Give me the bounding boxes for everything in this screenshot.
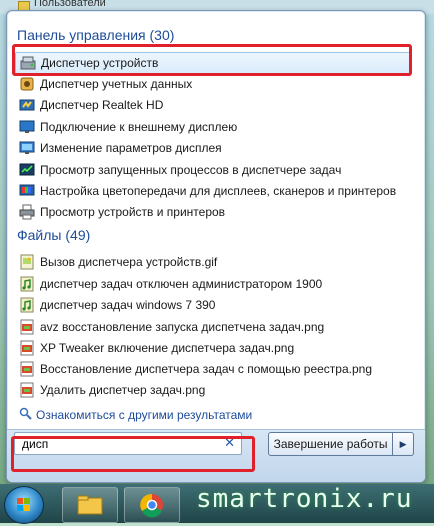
result-item-label: Настройка цветопередачи для дисплеев, ск… (40, 184, 397, 198)
search-box[interactable]: ✕ (14, 432, 242, 455)
png-file-icon (19, 382, 35, 398)
result-item-label: Изменение параметров дисплея (40, 141, 222, 155)
device-manager-icon (20, 55, 36, 71)
search-icon (19, 407, 32, 423)
result-item-devices-printers[interactable]: Просмотр устройств и принтеров (15, 202, 410, 222)
control-panel-header[interactable]: Панель управления (30) (17, 27, 174, 43)
file-item[interactable]: Вызов диспетчера устройств.gif (15, 252, 410, 272)
png-file-icon (19, 340, 35, 356)
result-item-credential-manager[interactable]: Диспетчер учетных данных (15, 74, 410, 94)
file-item-label: Удалить диспетчер задач.png (40, 383, 206, 397)
printer-icon (19, 204, 35, 220)
color-management-icon (19, 183, 35, 199)
result-item-display-settings[interactable]: Изменение параметров дисплея (15, 138, 410, 158)
file-item-label: диспетчер задач отключен администратором… (40, 277, 323, 291)
start-button[interactable] (4, 486, 44, 524)
result-item-device-manager[interactable]: Диспетчер устройств (15, 52, 412, 74)
result-item-label: Подключение к внешнему дисплею (40, 120, 238, 134)
file-item[interactable]: Удалить диспетчер задач.png (15, 380, 410, 400)
start-menu-panel: Панель управления (30) Диспетчер устройс… (6, 10, 426, 483)
shutdown-button-group: Завершение работы ▶ (268, 432, 414, 456)
result-item-external-display[interactable]: Подключение к внешнему дисплею (15, 117, 410, 137)
file-item-label: avz восстановление запуска диспетчена за… (40, 320, 325, 334)
taskbar-chrome-button[interactable] (124, 487, 180, 523)
credential-manager-icon (19, 76, 35, 92)
search-input[interactable] (20, 434, 214, 453)
chrome-icon (140, 493, 163, 518)
file-item[interactable]: Восстановление диспетчера задач с помощь… (15, 359, 410, 379)
result-item-label: Диспетчер учетных данных (40, 77, 193, 91)
realtek-audio-icon (19, 97, 35, 113)
file-item-label: диспетчер задач windows 7 390 (40, 298, 216, 312)
image-file-icon (19, 254, 35, 270)
file-item[interactable]: диспетчер задач windows 7 390 (15, 295, 410, 315)
file-item-label: XP Tweaker включение диспетчера задач.pn… (40, 341, 295, 355)
desktop-top-strip-text: Пользователи (34, 0, 106, 9)
result-item-label: Просмотр устройств и принтеров (40, 205, 226, 219)
result-item-realtek[interactable]: Диспетчер Realtek HD (15, 95, 410, 115)
external-display-icon (19, 119, 35, 135)
folder-icon (77, 495, 103, 515)
audio-file-icon (19, 297, 35, 313)
shutdown-button[interactable]: Завершение работы (268, 432, 394, 456)
see-more-results-link[interactable]: Ознакомиться с другими результатами (19, 407, 252, 423)
task-manager-icon (19, 162, 35, 178)
result-item-color-management[interactable]: Настройка цветопередачи для дисплеев, ск… (15, 181, 410, 201)
file-item[interactable]: avz восстановление запуска диспетчена за… (15, 317, 410, 337)
file-item-label: Восстановление диспетчера задач с помощь… (40, 362, 372, 376)
png-file-icon (19, 319, 35, 335)
arrow-right-icon: ▶ (399, 438, 407, 449)
taskbar-explorer-button[interactable] (62, 487, 118, 523)
result-item-label: Диспетчер устройств (41, 56, 159, 70)
file-item[interactable]: диспетчер задач отключен администратором… (15, 274, 410, 294)
shutdown-options-button[interactable]: ▶ (393, 432, 414, 456)
file-item[interactable]: XP Tweaker включение диспетчера задач.pn… (15, 338, 410, 358)
audio-file-icon (19, 276, 35, 292)
file-item-label: Вызов диспетчера устройств.gif (40, 255, 218, 269)
windows-logo-icon (17, 498, 30, 511)
result-item-label: Просмотр запущенных процессов в диспетче… (40, 163, 342, 177)
watermark-text: smartronix.ru (196, 484, 413, 514)
result-item-task-manager[interactable]: Просмотр запущенных процессов в диспетче… (15, 160, 410, 180)
result-item-label: Диспетчер Realtek HD (40, 98, 164, 112)
display-settings-icon (19, 140, 35, 156)
files-header[interactable]: Файлы (49) (17, 227, 90, 243)
clear-icon[interactable]: ✕ (224, 435, 235, 451)
png-file-icon (19, 361, 35, 377)
see-more-results-label: Ознакомиться с другими результатами (36, 408, 253, 422)
